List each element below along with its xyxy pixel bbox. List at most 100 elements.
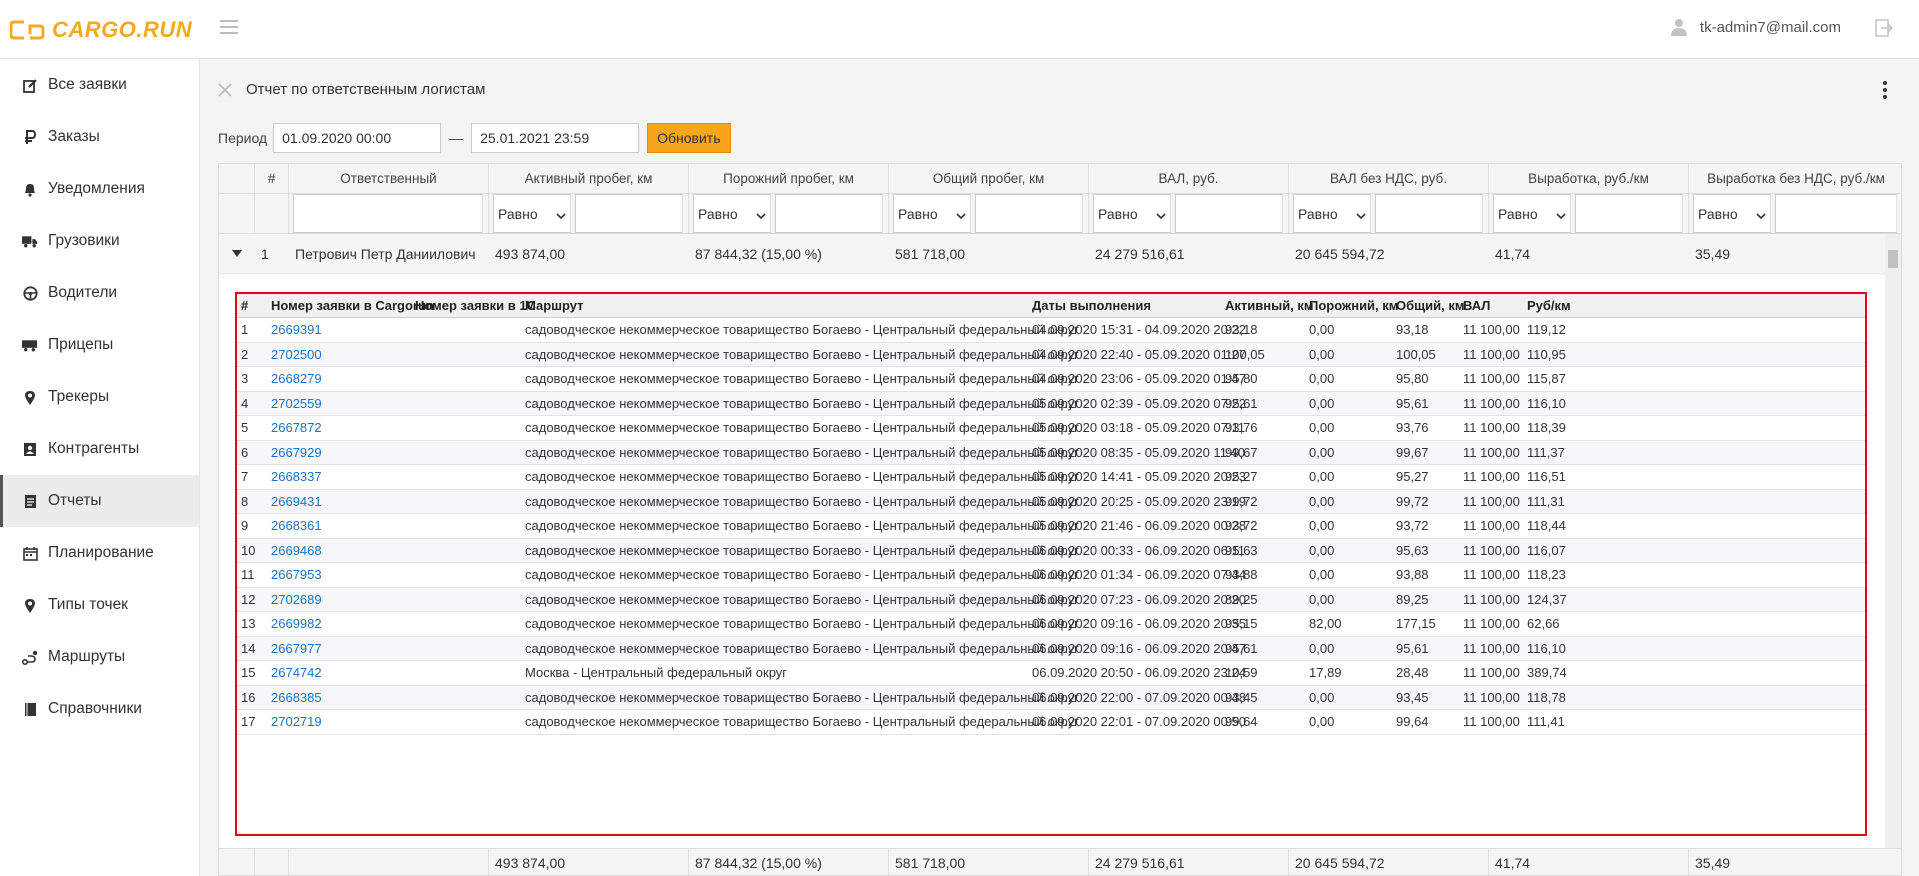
- filter-operator-select-active[interactable]: Равно: [493, 194, 571, 233]
- filter-operator-select-total[interactable]: Равно: [893, 194, 971, 233]
- sidebar-item-4[interactable]: Водители: [0, 267, 199, 319]
- grid-header-output-no-vat[interactable]: Выработка без НДС, руб./км: [1689, 164, 1901, 193]
- detail-header-col-7[interactable]: Общий, км: [1396, 294, 1464, 317]
- filter-responsible-input[interactable]: [293, 194, 483, 233]
- period-from-input[interactable]: [273, 123, 442, 153]
- table-row[interactable]: 7 2668337 садоводческое некоммерческое тов…: [237, 465, 1865, 490]
- sidebar-item-6[interactable]: Трекеры: [0, 371, 199, 423]
- detail-header-col-5[interactable]: Активный, км: [1225, 294, 1314, 317]
- user-menu[interactable]: tk-admin7@mail.com: [1670, 18, 1841, 36]
- table-cell: 04.09.2020 22:40 - 05.09.2020 01:27: [1032, 346, 1246, 362]
- order-link[interactable]: 2669982: [271, 612, 322, 636]
- grid-header-val[interactable]: ВАЛ, руб.: [1089, 164, 1289, 193]
- table-row[interactable]: 17 2702719 садоводческое некоммерческое то…: [237, 710, 1865, 735]
- order-link[interactable]: 2669468: [271, 539, 322, 563]
- detail-header-col-2[interactable]: Номер заявки в 1С: [415, 294, 536, 317]
- collapse-icon[interactable]: [219, 234, 255, 273]
- filter-value-input-active[interactable]: [575, 194, 683, 233]
- sidebar-item-7[interactable]: Контрагенты: [0, 423, 199, 475]
- order-link[interactable]: 2668279: [271, 367, 322, 391]
- detail-header-col-4[interactable]: Даты выполнения: [1032, 294, 1151, 317]
- order-link[interactable]: 2702689: [271, 588, 322, 612]
- detail-header-col-1[interactable]: Номер заявки в Cargorun: [271, 294, 434, 317]
- sidebar-item-12[interactable]: Справочники: [0, 683, 199, 735]
- order-link[interactable]: 2702559: [271, 392, 322, 416]
- table-row[interactable]: 10 2669468 садоводческое некоммерческое то…: [237, 538, 1865, 563]
- sidebar-item-10[interactable]: Типы точек: [0, 579, 199, 631]
- period-to-input[interactable]: [471, 123, 640, 153]
- detail-header-col-0[interactable]: #: [241, 294, 248, 317]
- sidebar-item-9[interactable]: Планирование: [0, 527, 199, 579]
- filter-operator-select-output[interactable]: Равно: [1493, 194, 1571, 233]
- grid-header-output[interactable]: Выработка, руб./км: [1489, 164, 1689, 193]
- order-link[interactable]: 2667872: [271, 416, 322, 440]
- detail-header-col-8[interactable]: ВАЛ: [1463, 294, 1490, 317]
- order-link[interactable]: 2702500: [271, 343, 322, 367]
- grid-header-val-no-vat[interactable]: ВАЛ без НДС, руб.: [1289, 164, 1489, 193]
- order-link[interactable]: 2667929: [271, 441, 322, 465]
- filter-value-input-val-no-vat[interactable]: [1375, 194, 1483, 233]
- table-row[interactable]: 9 2668361 садоводческое некоммерческое тов…: [237, 514, 1865, 539]
- close-icon[interactable]: [218, 82, 232, 97]
- user-icon: [1670, 19, 1687, 36]
- order-link[interactable]: 2669431: [271, 490, 322, 514]
- order-link[interactable]: 2668337: [271, 465, 322, 489]
- table-row[interactable]: 5 2667872 садоводческое некоммерческое тов…: [237, 416, 1865, 441]
- filter-value-input-empty[interactable]: [775, 194, 883, 233]
- grid-group-row[interactable]: 1 Петрович Петр Даниилович 493 874,00 87…: [219, 234, 1901, 274]
- route-icon: [22, 649, 38, 665]
- table-row[interactable]: 8 2669431 садоводческое некоммерческое тов…: [237, 489, 1865, 514]
- filter-operator-select-val-no-vat[interactable]: Равно: [1293, 194, 1371, 233]
- filter-operator-select-val[interactable]: Равно: [1093, 194, 1171, 233]
- table-row[interactable]: 15 2674742 Москва - Центральный федеральны…: [237, 661, 1865, 686]
- order-link[interactable]: 2669391: [271, 318, 322, 342]
- order-link[interactable]: 2674742: [271, 661, 322, 685]
- vertical-scrollbar[interactable]: [1885, 234, 1901, 848]
- grid-header-num[interactable]: #: [255, 164, 289, 193]
- order-link[interactable]: 2668361: [271, 514, 322, 538]
- scrollbar-thumb[interactable]: [1888, 250, 1898, 268]
- table-row[interactable]: 11 2667953 садоводческое некоммерческое то…: [237, 563, 1865, 588]
- sidebar-item-5[interactable]: Прицепы: [0, 319, 199, 371]
- table-row[interactable]: 4 2702559 садоводческое некоммерческое тов…: [237, 391, 1865, 416]
- order-link[interactable]: 2702719: [271, 710, 322, 734]
- table-row[interactable]: 1 2669391 садоводческое некоммерческое тов…: [237, 318, 1865, 343]
- table-row[interactable]: 3 2668279 садоводческое некоммерческое тов…: [237, 367, 1865, 392]
- table-row[interactable]: 13 2669982 садоводческое некоммерческое то…: [237, 612, 1865, 637]
- sidebar-item-0[interactable]: Все заявки: [0, 59, 199, 111]
- table-row[interactable]: 6 2667929 садоводческое некоммерческое тов…: [237, 440, 1865, 465]
- detail-header-col-3[interactable]: Маршрут: [525, 294, 584, 317]
- order-link[interactable]: 2668385: [271, 686, 322, 710]
- logo[interactable]: CARGO.RUN: [10, 15, 192, 45]
- order-link[interactable]: 2667977: [271, 637, 322, 661]
- filter-operator-select-output-no-vat[interactable]: Равно: [1693, 194, 1771, 233]
- refresh-button[interactable]: Обновить: [647, 123, 731, 153]
- detail-header-col-6[interactable]: Порожний, км: [1309, 294, 1398, 317]
- menu-toggle-icon[interactable]: [220, 20, 238, 36]
- table-cell: 12: [241, 591, 256, 607]
- table-cell: 0,00: [1309, 493, 1335, 509]
- order-link[interactable]: 2667953: [271, 563, 322, 587]
- filter-value-input-total[interactable]: [975, 194, 1083, 233]
- table-row[interactable]: 12 2702689 садоводческое некоммерческое то…: [237, 587, 1865, 612]
- sidebar-item-8[interactable]: Отчеты: [0, 475, 199, 527]
- filter-value-input-output-no-vat[interactable]: [1775, 194, 1897, 233]
- table-row[interactable]: 14 2667977 садоводческое некоммерческое то…: [237, 636, 1865, 661]
- grid-header-empty[interactable]: Порожний пробег, км: [689, 164, 889, 193]
- table-row[interactable]: 16 2668385 садоводческое некоммерческое то…: [237, 685, 1865, 710]
- table-cell: 11 100,00: [1463, 640, 1520, 656]
- table-row[interactable]: 2 2702500 садоводческое некоммерческое тов…: [237, 342, 1865, 367]
- grid-header-total[interactable]: Общий пробег, км: [889, 164, 1089, 193]
- sidebar-item-1[interactable]: Заказы: [0, 111, 199, 163]
- more-options-icon[interactable]: [1883, 81, 1889, 99]
- filter-value-input-output[interactable]: [1575, 194, 1683, 233]
- sidebar-item-3[interactable]: Грузовики: [0, 215, 199, 267]
- filter-operator-select-empty[interactable]: Равно: [693, 194, 771, 233]
- sidebar-item-11[interactable]: Маршруты: [0, 631, 199, 683]
- sidebar-item-2[interactable]: Уведомления: [0, 163, 199, 215]
- grid-header-active[interactable]: Активный пробег, км: [489, 164, 689, 193]
- filter-value-input-val[interactable]: [1175, 194, 1283, 233]
- detail-header-col-9[interactable]: Руб/км: [1527, 294, 1571, 317]
- logout-icon[interactable]: [1875, 19, 1893, 37]
- grid-header-responsible[interactable]: Ответственный: [289, 164, 489, 193]
